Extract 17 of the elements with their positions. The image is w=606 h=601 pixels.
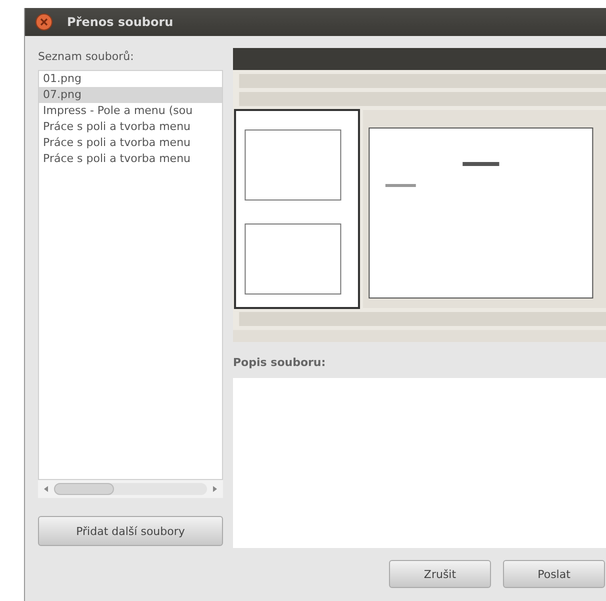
file-list-item[interactable]: 07.png — [39, 87, 222, 103]
file-list-item[interactable]: Práce s poli a tvorba menu — [39, 151, 222, 167]
add-files-button[interactable]: Přidat další soubory — [38, 516, 223, 546]
file-list-label: Seznam souborů: — [38, 49, 135, 65]
scroll-right-icon[interactable] — [211, 484, 219, 494]
close-icon[interactable] — [35, 13, 53, 31]
description-label: Popis souboru: — [233, 355, 327, 371]
description-field[interactable] — [233, 378, 606, 548]
cancel-button[interactable]: Zrušit — [389, 560, 491, 588]
send-button[interactable]: Poslat — [503, 560, 605, 588]
horizontal-scrollbar[interactable] — [38, 480, 223, 498]
scroll-left-icon[interactable] — [42, 484, 50, 494]
file-list-item[interactable]: Práce s poli a tvorba menu — [39, 119, 222, 135]
file-list-item[interactable]: Impress - Pole a menu (sou — [39, 103, 222, 119]
file-list-item[interactable]: Práce s poli a tvorba menu — [39, 135, 222, 151]
window-title: Přenos souboru — [67, 15, 174, 29]
file-list-item[interactable]: 01.png — [39, 71, 222, 87]
